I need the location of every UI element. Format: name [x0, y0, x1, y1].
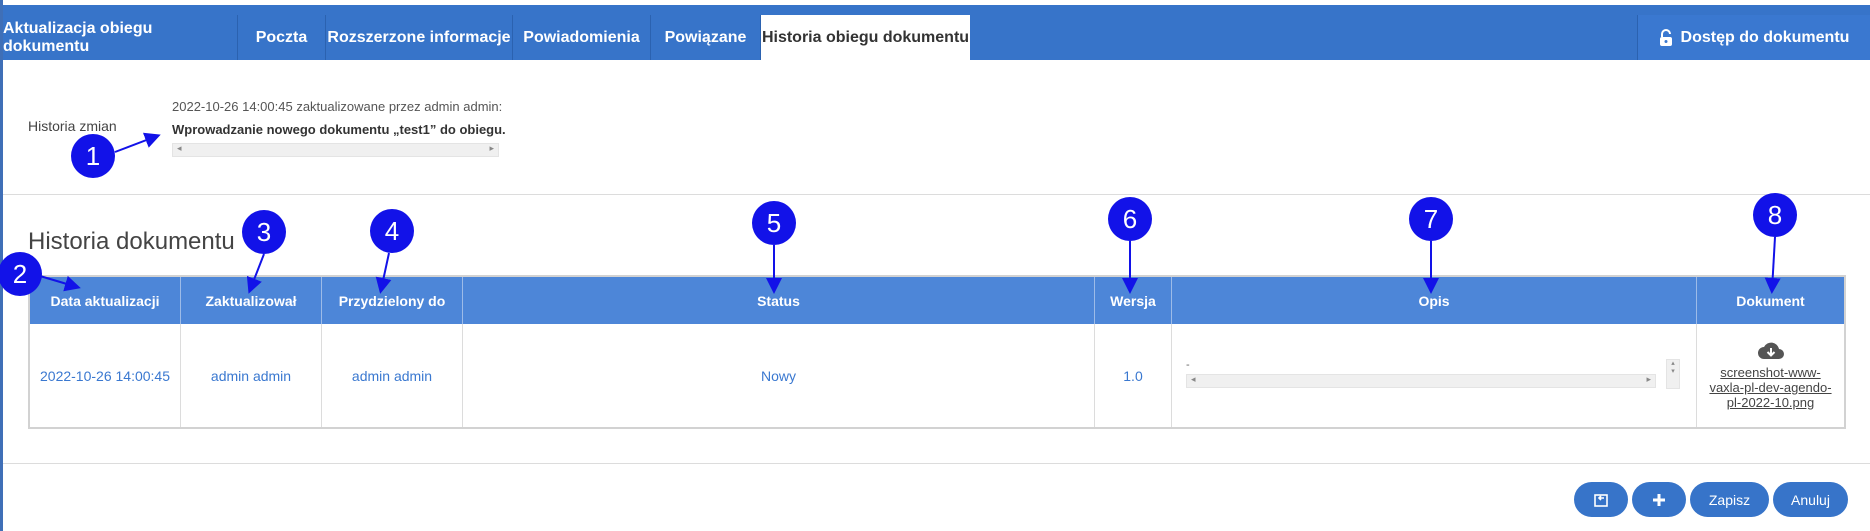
arrow-8: [1764, 236, 1781, 294]
arrow-4: [375, 252, 392, 294]
return-icon: [1594, 493, 1608, 507]
add-button[interactable]: [1632, 482, 1686, 517]
arrow-2: [39, 275, 81, 292]
marker-2: 2: [0, 252, 42, 296]
marker-5: 5: [752, 201, 796, 245]
save-button[interactable]: Zapisz: [1690, 482, 1769, 517]
marker-3: 3: [242, 210, 286, 254]
marker-1: 1: [71, 134, 115, 178]
plus-icon: [1653, 493, 1665, 506]
arrow-3: [246, 253, 265, 294]
marker-6: 6: [1108, 197, 1152, 241]
marker-7: 7: [1409, 197, 1453, 241]
cancel-button[interactable]: Anuluj: [1773, 482, 1848, 517]
marker-8: 8: [1753, 193, 1797, 237]
arrow-1: [114, 132, 161, 153]
back-button[interactable]: [1574, 482, 1628, 517]
annotation-arrows: [39, 132, 1781, 294]
marker-4: 4: [370, 209, 414, 253]
